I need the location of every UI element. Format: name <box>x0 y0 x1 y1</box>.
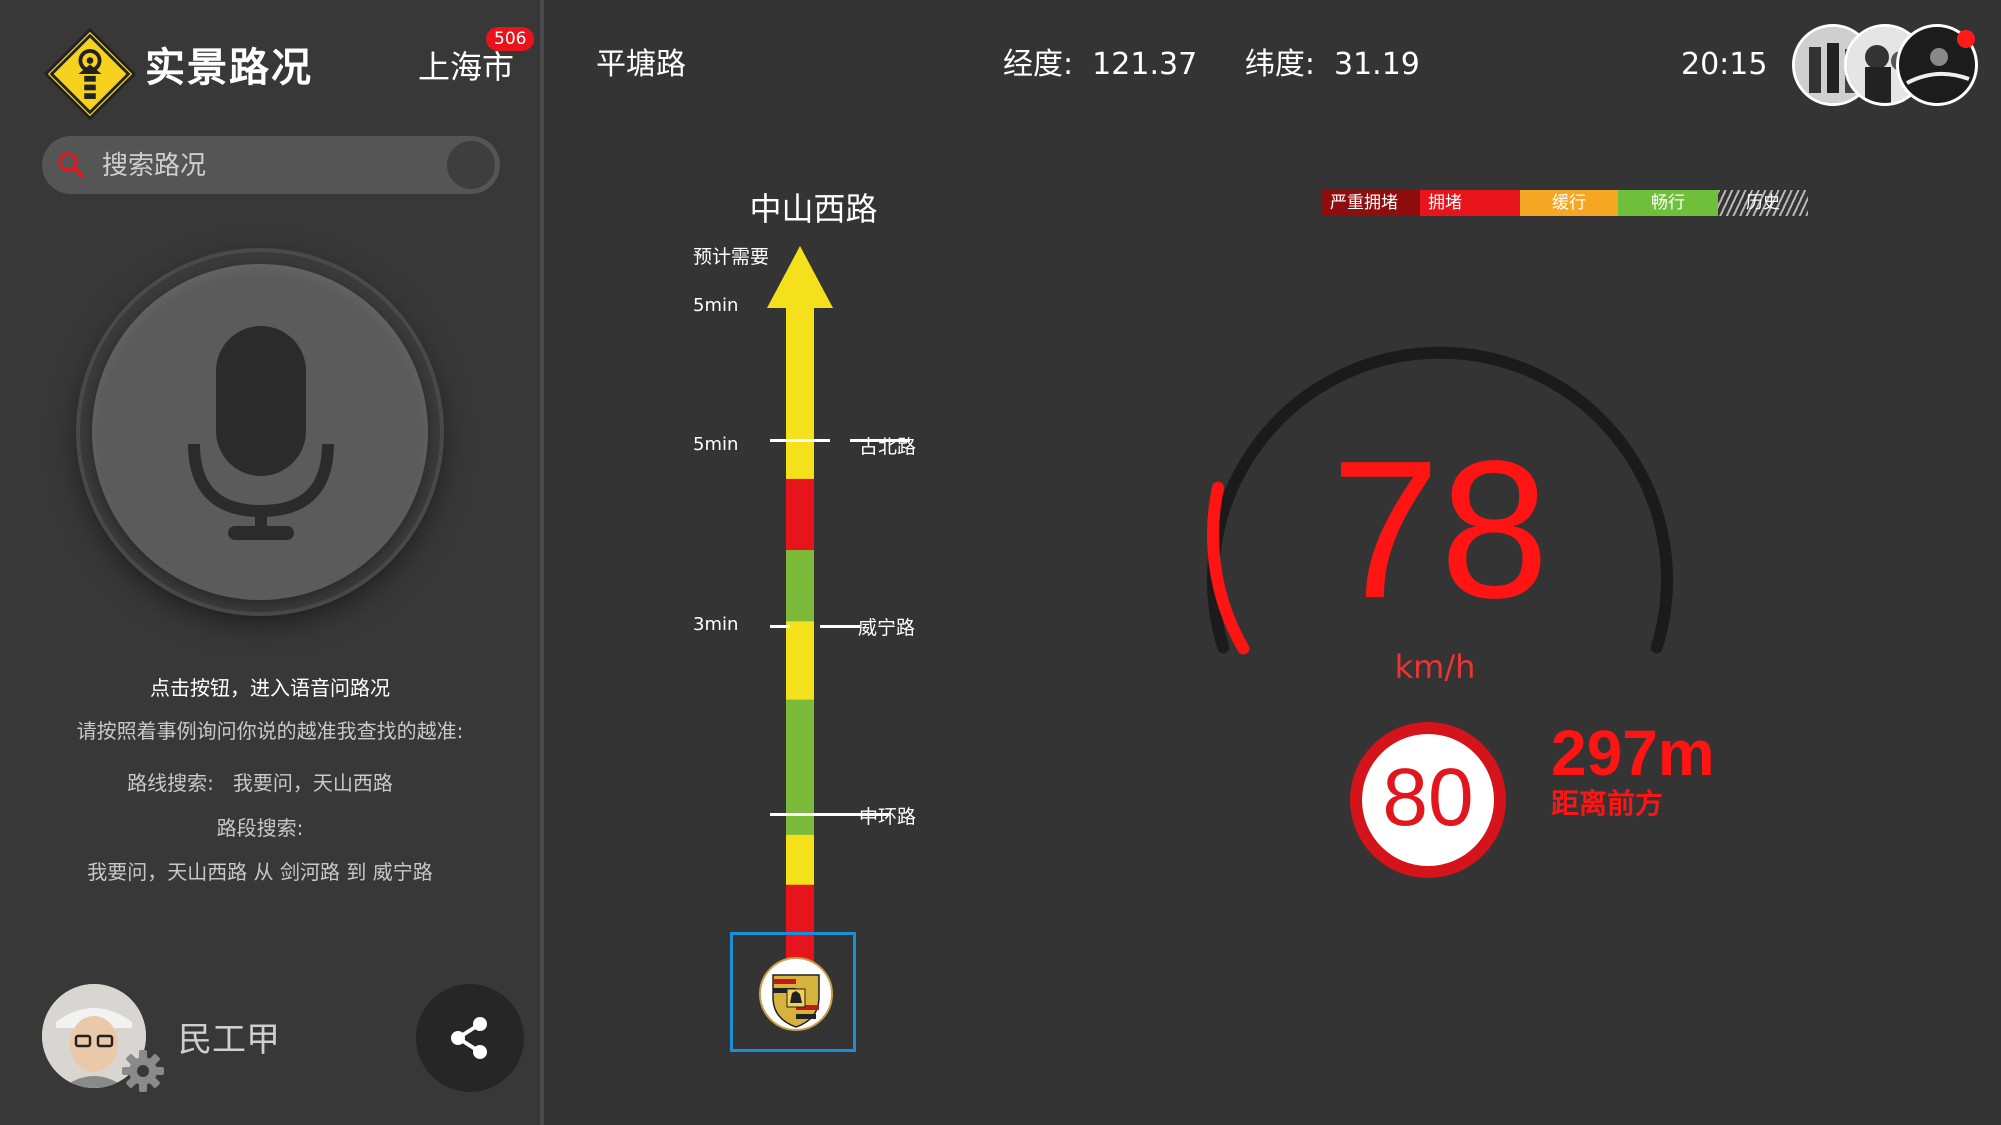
speed-limit-sign: 80 <box>1350 722 1506 878</box>
road-label: 威宁路 <box>858 617 916 639</box>
current-road: 平塘路 <box>596 47 686 82</box>
porsche-logo-icon <box>759 957 833 1031</box>
search-icon <box>58 152 84 178</box>
route-tick <box>770 625 790 628</box>
voice-hint-desc: 请按照着事例询问你说的越准我查找的越准: <box>76 719 464 743</box>
legend-slow: 缓行 <box>1520 190 1618 216</box>
legend-smooth: 畅行 <box>1618 190 1718 216</box>
speed-limit-inner: 80 <box>1362 734 1494 866</box>
legend-history[interactable]: 历史 <box>1718 190 1808 216</box>
segment-search-label: 路段搜索: <box>216 816 304 840</box>
traffic-legend: 严重拥堵 拥堵 缓行 畅行 历史 <box>1322 190 1808 216</box>
app-root: 实景路况 上海市 506 点击按钮，进入语音问路况 请按照着事例询问你说的越准我… <box>0 0 2001 1125</box>
legend-severe-congestion: 严重拥堵 <box>1322 190 1420 216</box>
current-car-marker[interactable] <box>730 932 856 1052</box>
route-segment <box>786 478 814 551</box>
share-button[interactable] <box>416 984 524 1092</box>
share-icon <box>451 1017 487 1059</box>
microphone-icon <box>188 326 334 540</box>
username: 民工甲 <box>178 1020 280 1060</box>
time-label: 5min <box>693 295 739 316</box>
app-title: 实景路况 <box>145 45 313 91</box>
search-voice-knob[interactable] <box>447 141 495 189</box>
road-label: 古北路 <box>859 436 917 458</box>
distance-to-limit: 297m <box>1551 717 1715 789</box>
segment-search-example: 我要问，天山西路 从 剑河路 到 威宁路 <box>87 860 433 884</box>
legend-congestion: 拥堵 <box>1420 190 1520 216</box>
route-search-example: 路线搜索: 我要问，天山西路 <box>127 771 393 795</box>
speed-limit-value: 80 <box>1382 752 1474 843</box>
sidebar-divider <box>540 0 544 1125</box>
route-arrow-head <box>767 246 833 308</box>
city-badge: 506 <box>486 27 535 51</box>
route-tick <box>820 625 860 628</box>
time-label: 5min <box>693 434 739 455</box>
logo-icon <box>43 27 137 121</box>
distance-label: 距离前方 <box>1551 787 1664 820</box>
notification-dot <box>1957 30 1975 48</box>
time-label: 3min <box>693 614 739 635</box>
route-segment <box>786 550 814 622</box>
route-segment <box>786 621 814 701</box>
coordinates: 经度: 121.37 纬度: 31.19 <box>1003 47 1420 82</box>
speed-value: 78 <box>1330 420 1549 639</box>
route-segment <box>786 834 814 886</box>
route-segment <box>786 308 814 480</box>
settings-gear-icon[interactable] <box>120 1048 166 1094</box>
road-label: 中环路 <box>859 806 917 828</box>
speed-unit: km/h <box>1394 648 1476 686</box>
voice-hint-title: 点击按钮，进入语音问路况 <box>150 676 390 700</box>
route-tick <box>770 439 830 442</box>
clock: 20:15 <box>1681 47 1768 82</box>
